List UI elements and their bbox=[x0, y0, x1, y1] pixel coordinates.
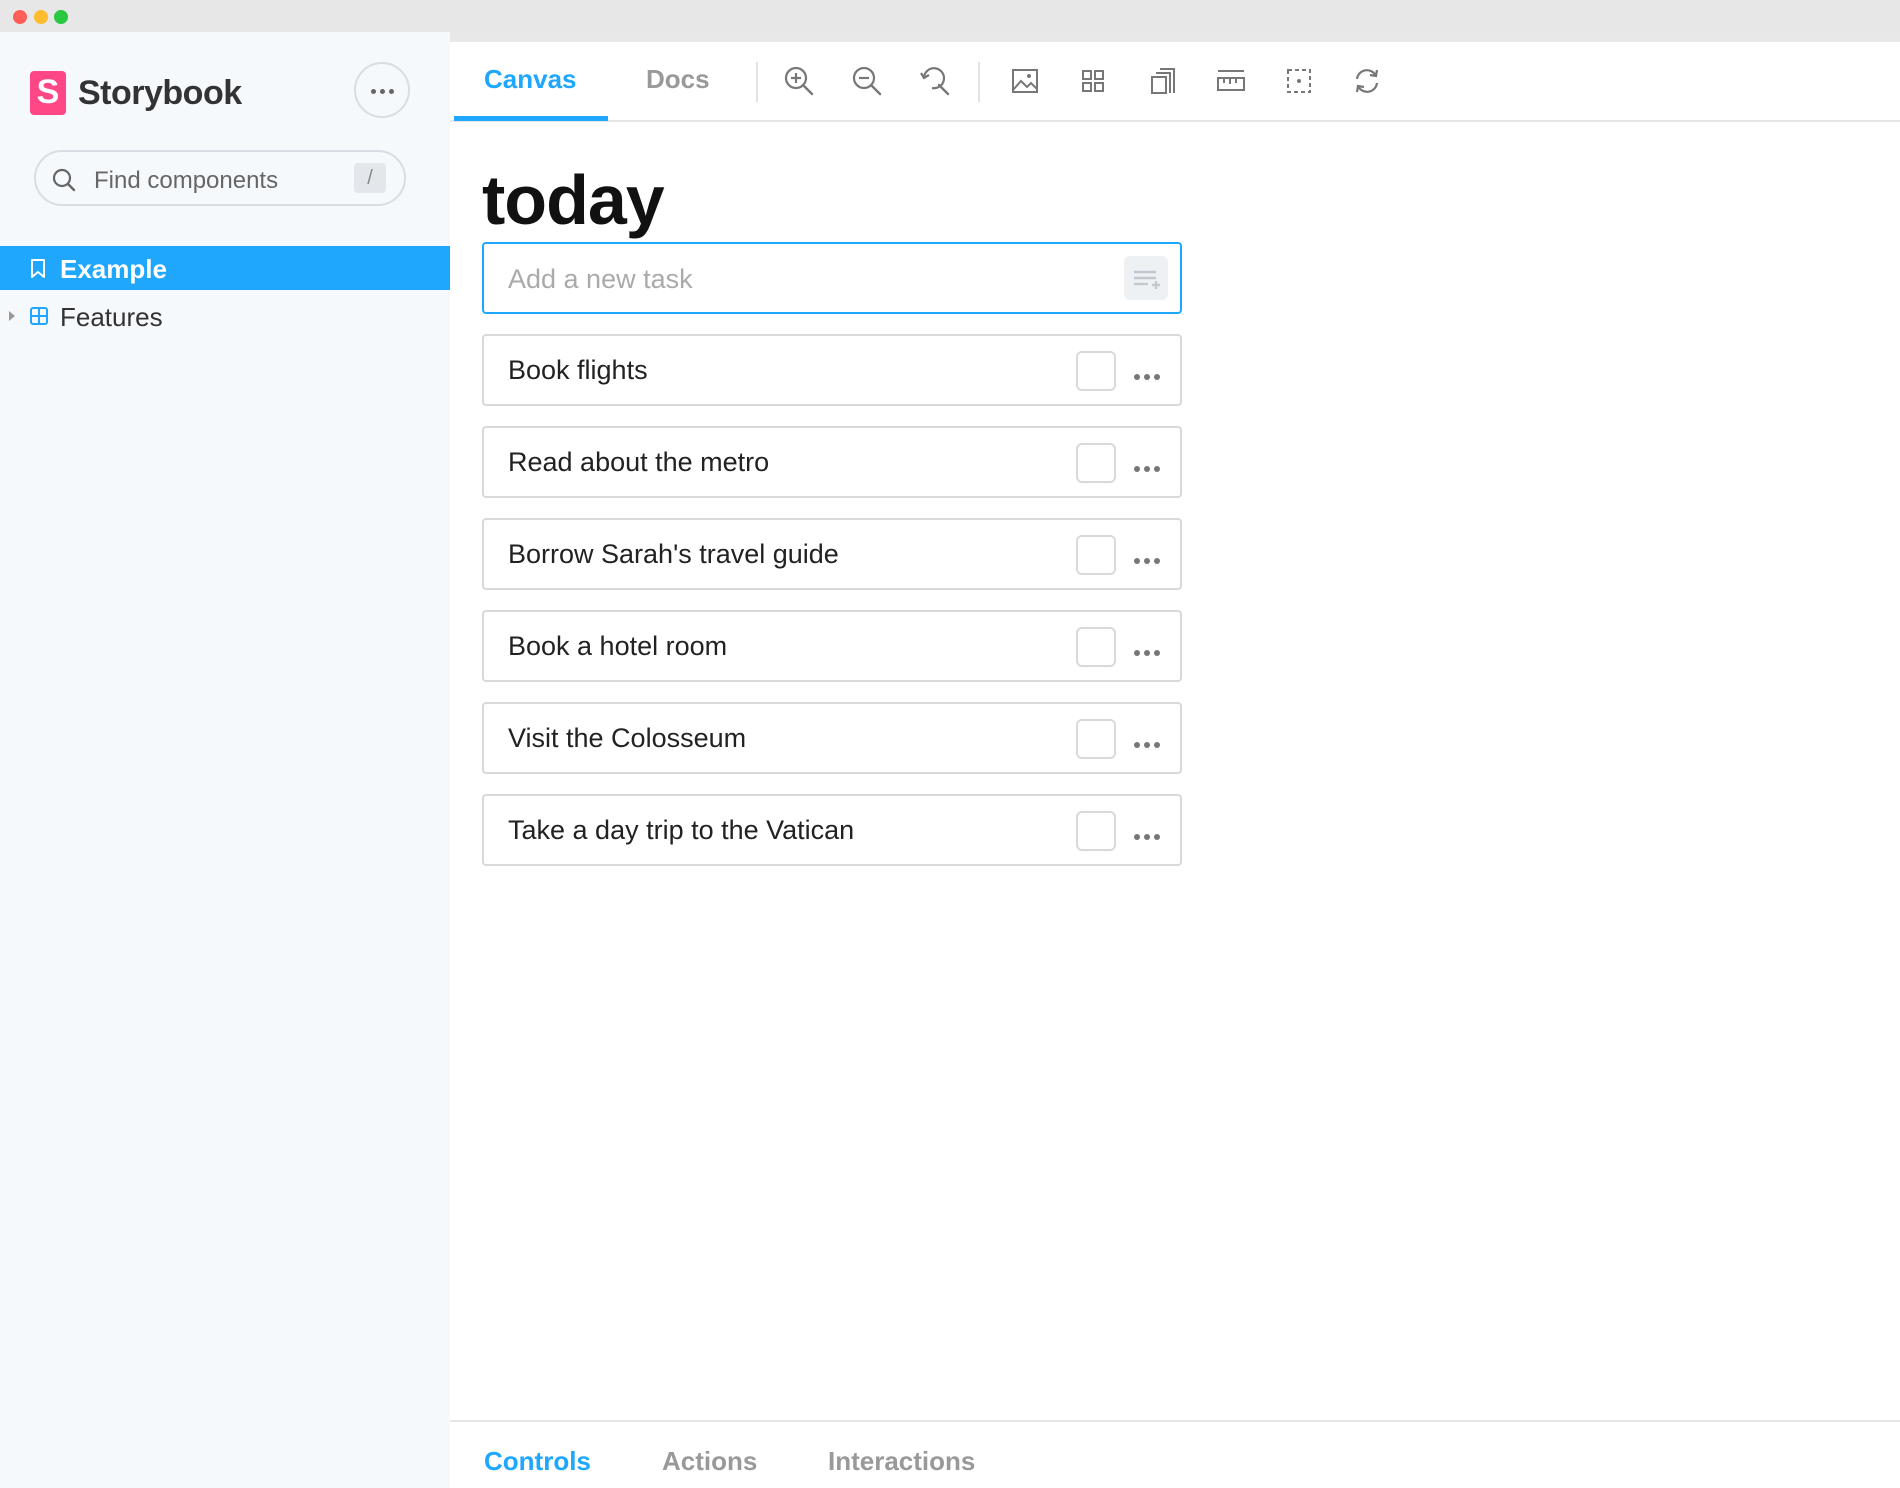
task-item[interactable]: Read about the metro bbox=[482, 426, 1182, 498]
search-input[interactable]: Find components bbox=[94, 167, 278, 195]
measure-icon[interactable] bbox=[1214, 64, 1248, 98]
page-title: today bbox=[482, 161, 665, 239]
sidebar-item-label: Example bbox=[60, 254, 167, 284]
add-task-button[interactable] bbox=[1124, 256, 1168, 300]
storybook-logo-icon: S bbox=[30, 71, 66, 115]
task-checkbox[interactable] bbox=[1076, 719, 1116, 759]
viewport-icon[interactable] bbox=[1146, 64, 1180, 98]
minimize-window-button[interactable] bbox=[34, 10, 48, 24]
window-titlebar bbox=[0, 0, 1900, 32]
new-task-placeholder: Add a new task bbox=[508, 264, 693, 294]
search-field[interactable]: Find components / bbox=[34, 150, 406, 206]
sidebar-item-example[interactable]: Example bbox=[0, 246, 450, 290]
more-options-icon[interactable] bbox=[1134, 643, 1164, 661]
more-options-icon[interactable] bbox=[1134, 367, 1164, 385]
component-icon bbox=[30, 307, 48, 325]
grid-icon[interactable] bbox=[1076, 64, 1110, 98]
task-checkbox[interactable] bbox=[1076, 443, 1116, 483]
task-item[interactable]: Borrow Sarah's travel guide bbox=[482, 518, 1182, 590]
task-checkbox[interactable] bbox=[1076, 627, 1116, 667]
task-item[interactable]: Book flights bbox=[482, 334, 1182, 406]
tab-actions[interactable]: Actions bbox=[662, 1446, 757, 1477]
more-options-icon[interactable] bbox=[1134, 459, 1164, 477]
task-title: Take a day trip to the Vatican bbox=[508, 815, 855, 845]
bookmark-icon bbox=[31, 259, 45, 278]
task-title: Visit the Colosseum bbox=[508, 723, 747, 753]
more-options-icon[interactable] bbox=[1134, 735, 1164, 753]
task-item[interactable]: Book a hotel room bbox=[482, 610, 1182, 682]
tab-docs[interactable]: Docs bbox=[646, 64, 710, 95]
task-checkbox[interactable] bbox=[1076, 351, 1116, 391]
task-title: Book flights bbox=[508, 355, 648, 385]
playlist-add-icon bbox=[1134, 270, 1160, 289]
ellipsis-icon bbox=[369, 81, 396, 99]
sidebar-item-label: Features bbox=[60, 302, 163, 332]
background-icon[interactable] bbox=[1008, 64, 1042, 98]
logo-mark-letter: S bbox=[36, 73, 60, 111]
search-icon bbox=[52, 168, 76, 192]
task-title: Read about the metro bbox=[508, 447, 770, 477]
task-item[interactable]: Visit the Colosseum bbox=[482, 702, 1182, 774]
zoom-reset-icon[interactable] bbox=[918, 64, 952, 98]
zoom-window-button[interactable] bbox=[54, 10, 68, 24]
remount-icon[interactable] bbox=[1350, 64, 1384, 98]
close-window-button[interactable] bbox=[13, 10, 27, 24]
zoom-in-icon[interactable] bbox=[782, 64, 816, 98]
zoom-out-icon[interactable] bbox=[850, 64, 884, 98]
new-task-input[interactable]: Add a new task bbox=[482, 242, 1182, 314]
toolbar-divider bbox=[756, 62, 758, 102]
task-title: Borrow Sarah's travel guide bbox=[508, 539, 839, 569]
toolbar-divider bbox=[978, 62, 980, 102]
search-shortcut-badge: / bbox=[354, 163, 386, 193]
sidebar-item-features[interactable]: Features bbox=[0, 294, 450, 338]
expand-caret-icon[interactable] bbox=[9, 311, 15, 321]
sidebar: S Storybook Find components / Example Fe… bbox=[0, 32, 450, 1488]
tab-canvas[interactable]: Canvas bbox=[484, 64, 577, 95]
preview-toolbar: Canvas Docs bbox=[450, 42, 1900, 122]
addons-panel: Controls Actions Interactions bbox=[450, 1420, 1900, 1488]
brand-name: Storybook bbox=[78, 73, 242, 112]
storybook-logo[interactable]: S Storybook bbox=[30, 68, 242, 118]
task-checkbox[interactable] bbox=[1076, 535, 1116, 575]
more-options-icon[interactable] bbox=[1134, 551, 1164, 569]
task-item[interactable]: Take a day trip to the Vatican bbox=[482, 794, 1182, 866]
more-options-icon[interactable] bbox=[1134, 827, 1164, 845]
task-title: Book a hotel room bbox=[508, 631, 728, 661]
tab-controls[interactable]: Controls bbox=[484, 1446, 591, 1477]
outline-icon[interactable] bbox=[1282, 64, 1316, 98]
task-checkbox[interactable] bbox=[1076, 811, 1116, 851]
sidebar-menu-button[interactable] bbox=[354, 62, 410, 118]
preview-panel: Canvas Docs today Add a new task Book fl… bbox=[450, 42, 1900, 1488]
active-tab-indicator bbox=[454, 116, 608, 121]
tab-interactions[interactable]: Interactions bbox=[828, 1446, 975, 1477]
